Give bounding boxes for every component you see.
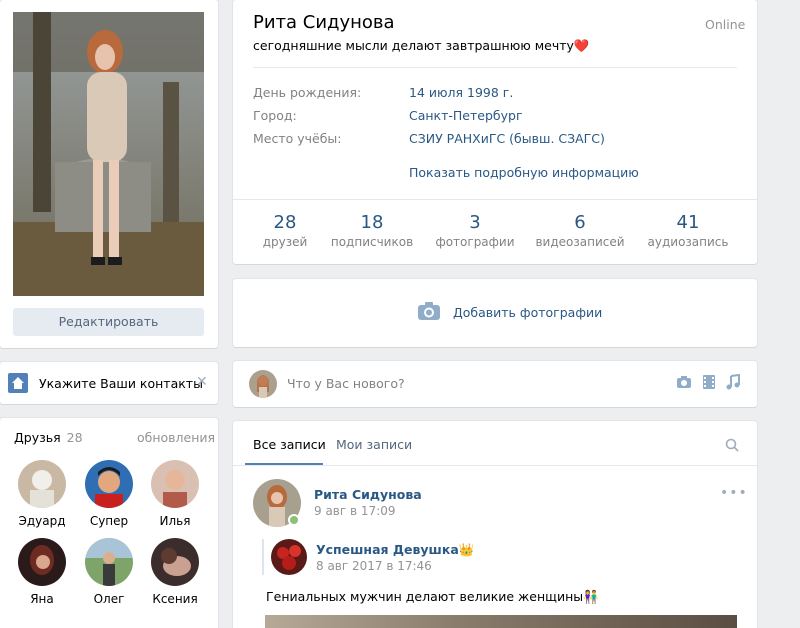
stat-count: 3 bbox=[469, 212, 481, 233]
stat-friends[interactable]: 28 друзей bbox=[235, 212, 335, 249]
divider bbox=[233, 199, 757, 200]
tab-my-posts[interactable]: Мои записи bbox=[336, 437, 412, 452]
divider bbox=[233, 465, 757, 466]
add-photos-card[interactable]: Добавить фотографии bbox=[233, 279, 757, 347]
friend-name: Супер bbox=[89, 514, 129, 528]
friend-name: Илья bbox=[159, 514, 191, 528]
stat-count: 18 bbox=[360, 212, 384, 233]
friend-avatar bbox=[85, 460, 133, 508]
profile-photo-card: Редактировать bbox=[0, 0, 218, 348]
new-post-input[interactable]: Что у Вас нового? bbox=[287, 376, 405, 391]
repost-author-name[interactable]: Успешная Девушка👑 bbox=[316, 542, 474, 558]
post-image[interactable] bbox=[265, 615, 737, 628]
repost-date[interactable]: 8 авг 2017 в 17:46 bbox=[316, 559, 432, 573]
info-key: Город: bbox=[253, 108, 297, 123]
friends-title-label: Друзья bbox=[14, 430, 61, 445]
info-value[interactable]: Санкт-Петербург bbox=[409, 108, 729, 123]
stat-label: подписчиков bbox=[330, 235, 414, 249]
post-author-name[interactable]: Рита Сидунова bbox=[314, 487, 422, 502]
stat-count: 6 bbox=[574, 212, 586, 233]
post-date[interactable]: 9 авг в 17:09 bbox=[314, 504, 395, 518]
profile-photo[interactable] bbox=[13, 12, 204, 296]
friend-name: Яна bbox=[30, 592, 54, 606]
friend-name: Эдуард bbox=[18, 514, 66, 528]
friend-name: Олег bbox=[93, 592, 125, 606]
online-indicator bbox=[288, 514, 300, 526]
video-icon[interactable] bbox=[701, 374, 717, 394]
stat-label: фотографии bbox=[435, 235, 515, 249]
avatar bbox=[249, 370, 277, 398]
repost-indicator bbox=[262, 539, 264, 575]
add-photos-label: Добавить фотографии bbox=[453, 305, 603, 320]
friend-avatar bbox=[18, 538, 66, 586]
tab-all-posts[interactable]: Все записи bbox=[253, 437, 326, 452]
stat-label: друзей bbox=[262, 235, 308, 249]
info-key: День рождения: bbox=[253, 85, 362, 100]
camera-icon[interactable] bbox=[676, 374, 692, 394]
friends-updates-link[interactable]: обновления bbox=[137, 430, 215, 445]
friend-avatar bbox=[151, 538, 199, 586]
divider bbox=[253, 67, 737, 68]
stat-videos[interactable]: 6 видеозаписей bbox=[530, 212, 630, 249]
repost-author-avatar[interactable] bbox=[271, 539, 307, 575]
camera-icon bbox=[417, 301, 441, 325]
friend-avatar bbox=[151, 460, 199, 508]
friends-block: Друзья 28 обновления Эдуард Супер Илья Ян… bbox=[0, 418, 218, 628]
info-value[interactable]: СЗИУ РАНХиГС (бывш. СЗАГС) bbox=[409, 131, 729, 146]
friend-item[interactable]: Илья bbox=[145, 460, 205, 528]
home-icon bbox=[8, 373, 28, 393]
friend-avatar bbox=[18, 460, 66, 508]
friend-item[interactable]: Эдуард bbox=[12, 460, 72, 528]
show-more-info-link[interactable]: Показать подробную информацию bbox=[409, 165, 639, 180]
stat-label: видеозаписей bbox=[535, 235, 625, 249]
friend-item[interactable]: Ксения bbox=[145, 538, 205, 606]
friend-item[interactable]: Олег bbox=[79, 538, 139, 606]
profile-status-text[interactable]: сегодняшние мысли делают завтрашнюю мечт… bbox=[253, 38, 589, 54]
online-status: Online bbox=[705, 17, 746, 32]
friend-name: Ксения bbox=[152, 592, 198, 606]
search-icon[interactable] bbox=[725, 437, 739, 456]
friend-avatar bbox=[85, 538, 133, 586]
stat-photos[interactable]: 3 фотографии bbox=[425, 212, 525, 249]
friends-count: 28 bbox=[66, 430, 83, 445]
info-key: Место учёбы: bbox=[253, 131, 342, 146]
stat-audio[interactable]: 41 аудиозапись bbox=[638, 212, 738, 249]
edit-profile-button[interactable]: Редактировать bbox=[13, 308, 204, 336]
new-post-box[interactable]: Что у Вас нового? bbox=[233, 361, 757, 407]
close-icon[interactable]: ✕ bbox=[196, 374, 208, 390]
wall-block: Все записи Мои записи Рита Сидунова 9 ав… bbox=[233, 421, 757, 628]
friend-item[interactable]: Яна bbox=[12, 538, 72, 606]
contacts-prompt-label: Укажите Ваши контакты bbox=[39, 376, 203, 391]
stat-count: 41 bbox=[676, 212, 700, 233]
info-value[interactable]: 14 июля 1998 г. bbox=[409, 85, 729, 100]
contacts-prompt[interactable]: Укажите Ваши контакты ✕ bbox=[0, 362, 218, 404]
profile-info-card: Рита Сидунова Online сегодняшние мысли д… bbox=[233, 0, 757, 264]
music-icon[interactable] bbox=[725, 373, 741, 394]
post-text: Гениальных мужчин делают великие женщины… bbox=[266, 589, 599, 604]
stat-label: аудиозапись bbox=[647, 235, 729, 249]
stat-followers[interactable]: 18 подписчиков bbox=[322, 212, 422, 249]
profile-name: Рита Сидунова bbox=[253, 12, 395, 33]
friends-title[interactable]: Друзья 28 bbox=[14, 430, 83, 445]
stat-count: 28 bbox=[273, 212, 297, 233]
friend-item[interactable]: Супер bbox=[79, 460, 139, 528]
post-menu-icon[interactable]: ••• bbox=[720, 485, 748, 501]
